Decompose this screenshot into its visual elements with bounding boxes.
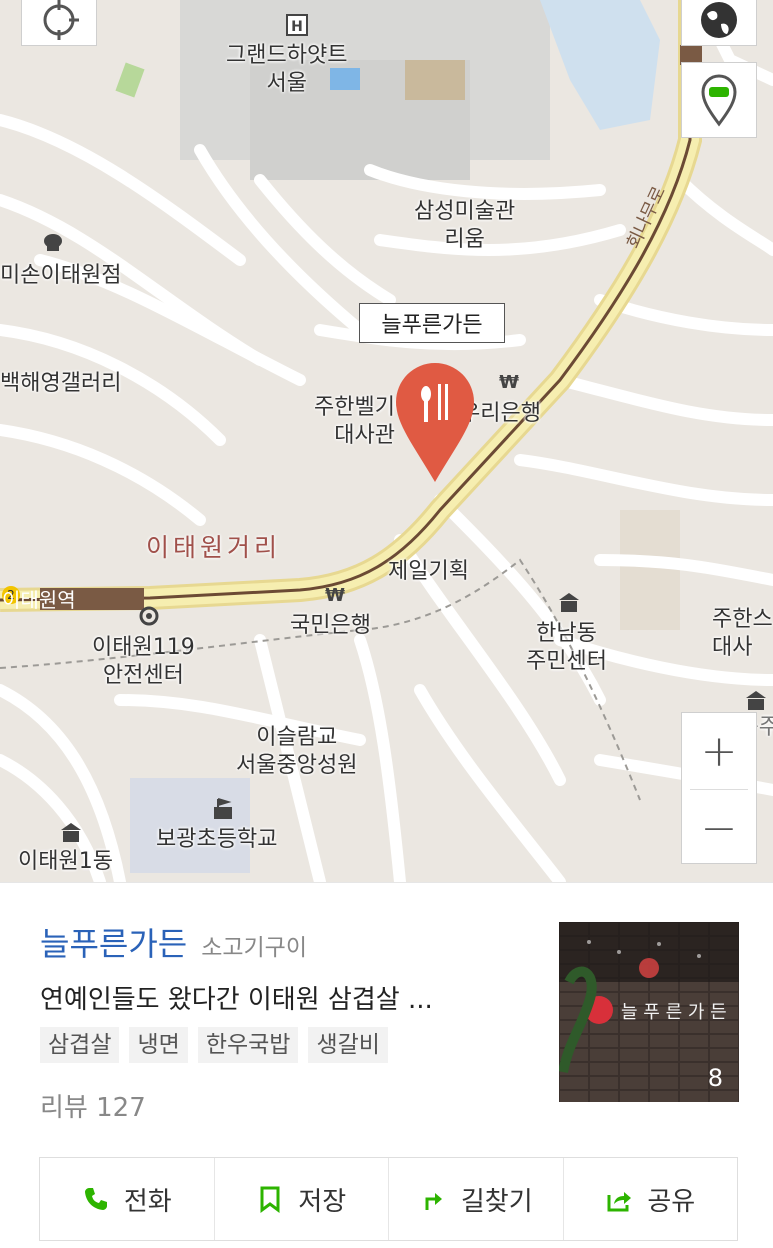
map-label-community-center[interactable]: 한남동 주민센터 xyxy=(526,620,607,676)
action-bar: 전화 저장 길찾기 공유 xyxy=(39,1157,738,1241)
tag-list: 삼겹살 냉면 한우국밥 생갈비 xyxy=(40,1027,388,1063)
crosshair-icon xyxy=(43,0,79,40)
map-label-mosque[interactable]: 이슬람교 서울중앙성원 xyxy=(236,724,357,780)
photo-count: 8 xyxy=(707,1064,723,1092)
place-title-row: 늘푸른가든 소고기구이 xyxy=(40,919,307,965)
map-label-cheil[interactable]: 제일기획 xyxy=(388,558,469,586)
tag-item[interactable]: 삼겹살 xyxy=(40,1027,120,1063)
place-callout[interactable]: 늘푸른가든 xyxy=(359,303,505,343)
storefront-sign-text: 늘 푸 른 가 든 xyxy=(621,1002,727,1023)
place-info-panel[interactable]: 늘푸른가든 소고기구이 연예인들도 왔다간 이태원 삼겹살 ... 삼겹살 냉면… xyxy=(0,882,773,1248)
zoom-in-button[interactable]: + xyxy=(682,713,756,789)
save-label: 저장 xyxy=(298,1186,347,1217)
place-name-link[interactable]: 늘푸른가든 xyxy=(40,919,187,965)
map-type-button[interactable] xyxy=(681,0,757,46)
tag-item[interactable]: 생갈비 xyxy=(308,1027,388,1063)
call-button[interactable]: 전화 xyxy=(40,1158,215,1240)
share-label: 공유 xyxy=(647,1186,696,1217)
station-label: 이태원역 xyxy=(2,588,76,612)
review-count[interactable]: 리뷰 127 xyxy=(40,1087,146,1124)
svg-text:H: H xyxy=(291,19,303,35)
restaurant-pin-icon[interactable] xyxy=(392,360,478,484)
district-label: 이태원거리 xyxy=(146,533,282,562)
bookmark-icon xyxy=(260,1186,280,1213)
directions-button[interactable]: 길찾기 xyxy=(389,1158,564,1240)
restaurant-icon xyxy=(44,234,62,251)
street-view-button[interactable] xyxy=(681,62,757,138)
location-marker-icon xyxy=(701,74,737,127)
svg-text:₩: ₩ xyxy=(325,585,345,605)
directions-label: 길찾기 xyxy=(460,1186,533,1217)
tag-item[interactable]: 냉면 xyxy=(129,1027,188,1063)
map-label-leeum[interactable]: 삼성미술관 리움 xyxy=(414,198,515,254)
map-label-hyatt[interactable]: 그랜드하얏트 서울 xyxy=(226,42,347,98)
phone-icon xyxy=(84,1188,107,1210)
map-label-school[interactable]: 보광초등학교 xyxy=(156,826,277,854)
current-location-button[interactable] xyxy=(21,0,97,46)
government-office-icon xyxy=(61,823,81,842)
bank-icon: ₩ xyxy=(499,372,519,392)
map-label-restaurant[interactable]: 미손이태원점 xyxy=(0,262,121,290)
share-button[interactable]: 공유 xyxy=(564,1158,738,1240)
map-label-fire-station[interactable]: 이태원119 안전센터 xyxy=(92,634,195,690)
call-label: 전화 xyxy=(123,1186,172,1217)
zoom-out-button[interactable]: − xyxy=(682,790,756,866)
zoom-controls: + − xyxy=(681,712,757,864)
school-icon xyxy=(214,798,232,819)
place-category: 소고기구이 xyxy=(201,935,308,961)
share-icon xyxy=(607,1192,632,1212)
map-label-kookmin-bank[interactable]: 국민은행 xyxy=(290,612,371,640)
place-description[interactable]: 연예인들도 왔다간 이태원 삼겹살 ... xyxy=(40,979,433,1016)
map-label-gallery[interactable]: 백해영갤러리 xyxy=(0,370,121,398)
government-office-icon xyxy=(559,593,579,612)
map-view[interactable]: H ₩ ₩ 2 이태원역 회나무로 그랜드하얏트 서울 삼성미술관 리움 미손이… xyxy=(0,0,773,882)
globe-icon xyxy=(701,2,737,38)
hotel-icon: H xyxy=(286,14,308,36)
map-label-embassy-right[interactable]: 주한스 대사 xyxy=(712,606,773,662)
government-office-icon xyxy=(746,691,766,710)
bank-icon: ₩ xyxy=(325,585,345,605)
fire-station-icon xyxy=(139,606,159,626)
svg-text:₩: ₩ xyxy=(499,372,519,392)
save-button[interactable]: 저장 xyxy=(215,1158,389,1240)
place-thumbnail[interactable]: 늘 푸 른 가 든 8 xyxy=(559,922,739,1102)
directions-icon xyxy=(425,1193,442,1210)
tag-item[interactable]: 한우국밥 xyxy=(197,1027,299,1063)
map-label-itaewon1dong[interactable]: 이태원1동 xyxy=(18,848,113,876)
